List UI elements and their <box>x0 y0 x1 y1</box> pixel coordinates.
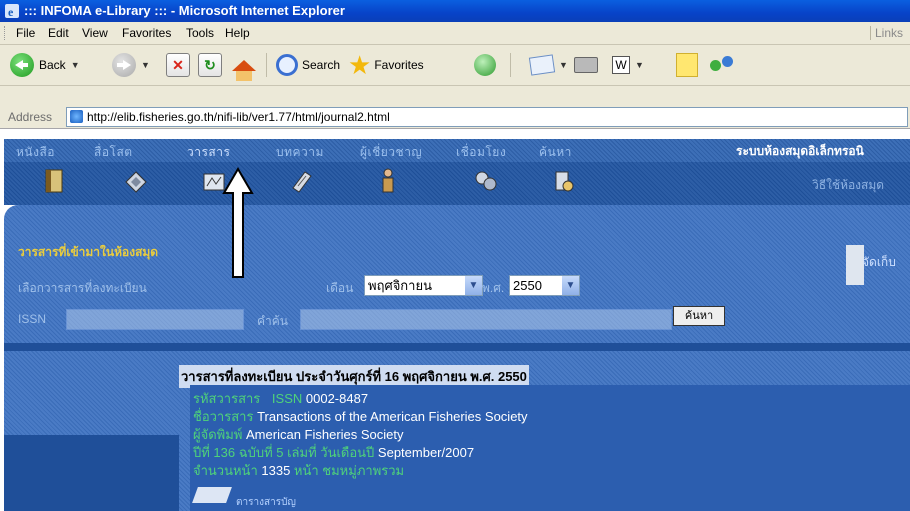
keyword-input[interactable] <box>300 309 672 330</box>
nav-tab-journals[interactable]: วารสาร <box>187 143 230 162</box>
forward-button[interactable]: ▼ <box>112 51 150 79</box>
search-label: Search <box>302 58 341 72</box>
article-icon[interactable] <box>290 168 314 194</box>
page-content: หนังสือ สื่อโสต วารสาร บทความ ผู้เชี่ยวช… <box>0 129 910 511</box>
menu-file[interactable]: File <box>16 26 35 40</box>
edit-button[interactable]: W ▼ <box>612 51 644 79</box>
chevron-down-icon[interactable]: ▼ <box>141 60 150 70</box>
nav-tab-media[interactable]: สื่อโสต <box>94 143 133 162</box>
messenger-button[interactable] <box>710 51 736 79</box>
window-title: ::: INFOMA e-Library ::: - Microsoft Int… <box>24 3 345 18</box>
chevron-down-icon[interactable]: ▼ <box>559 60 568 70</box>
nav-tab-books[interactable]: หนังสือ <box>16 143 55 162</box>
annotation-arrow-icon <box>222 167 254 278</box>
menu-view[interactable]: View <box>82 26 108 40</box>
result-pages-row: จำนวนหน้า 1335 หน้า ชมหมู่ภาพรวม <box>193 463 405 478</box>
contents-doc-icon[interactable] <box>192 487 232 503</box>
save-link[interactable]: จัดเก็บ <box>862 253 896 272</box>
toolbar-gap <box>0 86 910 106</box>
address-url[interactable]: http://elib.fisheries.go.th/nifi-lib/ver… <box>87 110 390 124</box>
page-icon <box>70 110 83 123</box>
home-button[interactable] <box>232 51 256 81</box>
result-card: รหัสวารสาร ISSN 0002-8487 ชื่อวารสาร Tra… <box>190 385 910 511</box>
address-input[interactable]: http://elib.fisheries.go.th/nifi-lib/ver… <box>66 107 908 127</box>
mail-icon <box>528 54 556 76</box>
edit-icon: W <box>612 56 630 74</box>
menu-tools[interactable]: Tools <box>186 26 214 40</box>
favorites-label: Favorites <box>374 58 424 72</box>
section-title: วารสารที่เข้ามาในห้องสมุด <box>18 245 159 259</box>
chevron-down-icon[interactable]: ▼ <box>71 60 80 70</box>
nav-tab-experts[interactable]: ผู้เชี่ยวชาญ <box>360 143 422 162</box>
contents-link[interactable]: ตารางสารบัญ <box>236 495 296 510</box>
search-submit-button[interactable]: ค้นหา <box>673 306 725 326</box>
year-label: พ.ศ. <box>482 281 505 295</box>
mail-button[interactable]: ▼ <box>528 51 568 79</box>
system-title: ระบบห้องสมุดอิเล็กทรอนิ <box>736 144 864 158</box>
history-button[interactable] <box>474 51 496 79</box>
nav-tab-search[interactable]: ค้นหา <box>539 143 572 162</box>
favorites-button[interactable]: ★ Favorites <box>348 51 424 79</box>
menu-edit[interactable]: Edit <box>48 26 69 40</box>
back-label: Back <box>39 58 66 72</box>
note-icon <box>676 53 698 77</box>
forward-arrow-icon <box>112 53 136 77</box>
nav-tab-articles[interactable]: บทความ <box>276 143 324 162</box>
stop-button[interactable]: ✕ <box>166 51 190 79</box>
expert-icon[interactable] <box>376 168 400 194</box>
book-icon[interactable] <box>42 168 66 194</box>
nav-icon-bar: วิธีใช้ห้องสมุด <box>4 162 910 205</box>
printer-icon <box>574 57 598 73</box>
address-label: Address <box>8 110 53 124</box>
menu-favorites[interactable]: Favorites <box>122 26 171 40</box>
result-entry: วารสารที่ลงทะเบียน ประจำวันศุกร์ที่ 16 พ… <box>179 365 910 511</box>
year-value: 2550 <box>513 278 542 293</box>
menu-help[interactable]: Help <box>225 26 250 40</box>
toolbar-separator <box>510 53 511 77</box>
stop-icon: ✕ <box>166 53 190 77</box>
chevron-down-icon[interactable]: ▼ <box>562 276 579 295</box>
svg-text:e: e <box>8 5 14 18</box>
link-icon[interactable] <box>474 168 498 194</box>
discuss-button[interactable] <box>676 51 698 79</box>
ie-app-icon: e <box>5 4 19 18</box>
issn-label: ISSN <box>18 312 47 326</box>
back-arrow-icon <box>10 53 34 77</box>
help-link[interactable]: วิธีใช้ห้องสมุด <box>812 176 884 195</box>
nav-tab-links[interactable]: เชื่อมโยง <box>456 143 506 162</box>
refresh-button[interactable]: ↻ <box>198 51 222 79</box>
home-icon <box>232 59 256 81</box>
site-nav-bar: หนังสือ สื่อโสต วารสาร บทความ ผู้เชี่ยวช… <box>4 139 910 162</box>
month-value: พฤศจิกายน <box>368 278 432 293</box>
back-button[interactable]: Back ▼ <box>10 51 80 79</box>
divider <box>4 343 910 351</box>
search-button[interactable]: Search <box>276 51 340 79</box>
print-button[interactable] <box>574 51 598 79</box>
month-label: เดือน <box>326 281 354 295</box>
chevron-down-icon[interactable]: ▼ <box>465 276 482 295</box>
favorites-star-icon: ★ <box>348 50 372 80</box>
chevron-down-icon[interactable]: ▼ <box>635 60 644 70</box>
search-panel: วารสารที่เข้ามาในห้องสมุด เลือกวารสารที่… <box>4 205 910 343</box>
history-icon <box>474 54 496 76</box>
links-toolbar[interactable]: Links <box>870 26 903 40</box>
standard-toolbar: Back ▼ ▼ ✕ ↻ Search ★ Favorites ▼ W ▼ <box>0 45 910 86</box>
year-select[interactable]: 2550 ▼ <box>509 275 580 296</box>
messenger-icon <box>710 54 736 76</box>
month-select[interactable]: พฤศจิกายน ▼ <box>364 275 483 296</box>
toolbar-separator <box>266 53 267 77</box>
refresh-icon: ↻ <box>198 53 222 77</box>
menu-grip <box>4 26 7 40</box>
issn-input[interactable] <box>66 309 244 330</box>
search-icon <box>276 54 298 76</box>
search-site-icon[interactable] <box>552 168 576 194</box>
media-icon[interactable] <box>124 168 148 194</box>
keyword-label: คำค้น <box>257 314 288 328</box>
address-bar: Address http://elib.fisheries.go.th/nifi… <box>0 106 910 129</box>
menu-bar: File Edit View Favorites Tools Help Link… <box>0 22 910 45</box>
left-panel <box>4 435 179 511</box>
title-bar: e ::: INFOMA e-Library ::: - Microsoft I… <box>0 0 910 22</box>
filter-label: เลือกวารสารที่ลงทะเบียน <box>18 281 147 295</box>
